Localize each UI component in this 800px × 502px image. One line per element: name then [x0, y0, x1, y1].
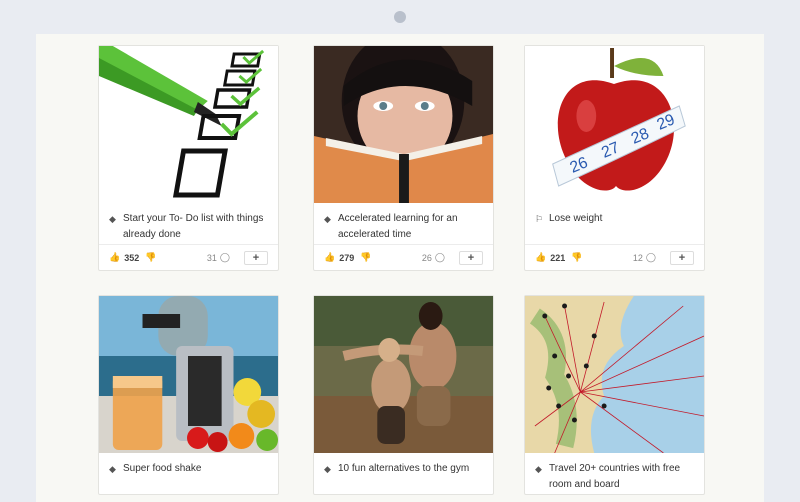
like-count: 221 — [550, 252, 566, 263]
goal-card-weight[interactable]: 26 27 28 29 ⚐ Lose weight 👍 221 👎 12 ◯ + — [524, 45, 705, 271]
goal-card-shake[interactable]: ◆ Super food shake — [98, 295, 279, 495]
card-image-map — [525, 296, 704, 453]
card-title: Accelerated learning for an accelerated … — [338, 213, 458, 240]
comments-button[interactable]: 26 ◯ — [422, 252, 445, 263]
like-count: 352 — [124, 252, 140, 263]
comment-icon: ◯ — [434, 252, 445, 262]
card-title: Super food shake — [123, 463, 202, 474]
goal-card-learning[interactable]: ◆ Accelerated learning for an accelerate… — [313, 45, 494, 271]
goals-grid: ◆ Start your To- Do list with things alr… — [36, 34, 764, 502]
card-title: Start your To- Do list with things alrea… — [123, 213, 264, 240]
comment-icon: ◯ — [645, 252, 656, 262]
comment-icon: ◯ — [219, 252, 230, 262]
comment-count: 12 — [632, 252, 643, 263]
goal-card-todo[interactable]: ◆ Start your To- Do list with things alr… — [98, 45, 279, 271]
camera-dot — [394, 11, 406, 23]
diamond-icon: ◆ — [109, 464, 116, 474]
diamond-icon: ◆ — [535, 464, 542, 474]
card-image-reader — [314, 46, 493, 203]
card-title: 10 fun alternatives to the gym — [338, 463, 470, 474]
diamond-icon: ◆ — [109, 214, 116, 224]
comments-button[interactable]: 31 ◯ — [207, 252, 230, 263]
add-button[interactable]: + — [670, 250, 694, 265]
card-image-apple: 26 27 28 29 — [525, 46, 704, 203]
thumbs-down-icon[interactable]: 👎 — [145, 252, 156, 263]
like-button[interactable]: 👍 279 — [324, 252, 354, 263]
thumbs-up-icon: 👍 — [535, 252, 547, 262]
like-count: 279 — [339, 252, 355, 263]
comments-button[interactable]: 12 ◯ — [633, 252, 656, 263]
card-title: Lose weight — [549, 213, 603, 224]
card-image-juicer — [99, 296, 278, 453]
goal-card-gym[interactable]: ◆ 10 fun alternatives to the gym — [313, 295, 494, 495]
like-button[interactable]: 👍 352 — [109, 252, 139, 263]
goal-card-travel[interactable]: ◆ Travel 20+ countries with free room an… — [524, 295, 705, 495]
thumbs-up-icon: 👍 — [324, 252, 336, 262]
flag-icon: ⚐ — [535, 214, 544, 224]
diamond-icon: ◆ — [324, 214, 331, 224]
add-button[interactable]: + — [459, 250, 483, 265]
card-image-mud-run — [314, 296, 493, 453]
thumbs-up-icon: 👍 — [109, 252, 121, 262]
card-title: Travel 20+ countries with free room and … — [549, 463, 681, 490]
card-image-checklist — [99, 46, 278, 203]
thumbs-down-icon[interactable]: 👎 — [360, 252, 371, 263]
thumbs-down-icon[interactable]: 👎 — [571, 252, 582, 263]
add-button[interactable]: + — [244, 250, 268, 265]
comment-count: 31 — [206, 252, 217, 263]
comment-count: 26 — [421, 252, 432, 263]
tablet-frame: ◆ Start your To- Do list with things alr… — [0, 0, 800, 502]
diamond-icon: ◆ — [324, 464, 331, 474]
like-button[interactable]: 👍 221 — [535, 252, 565, 263]
